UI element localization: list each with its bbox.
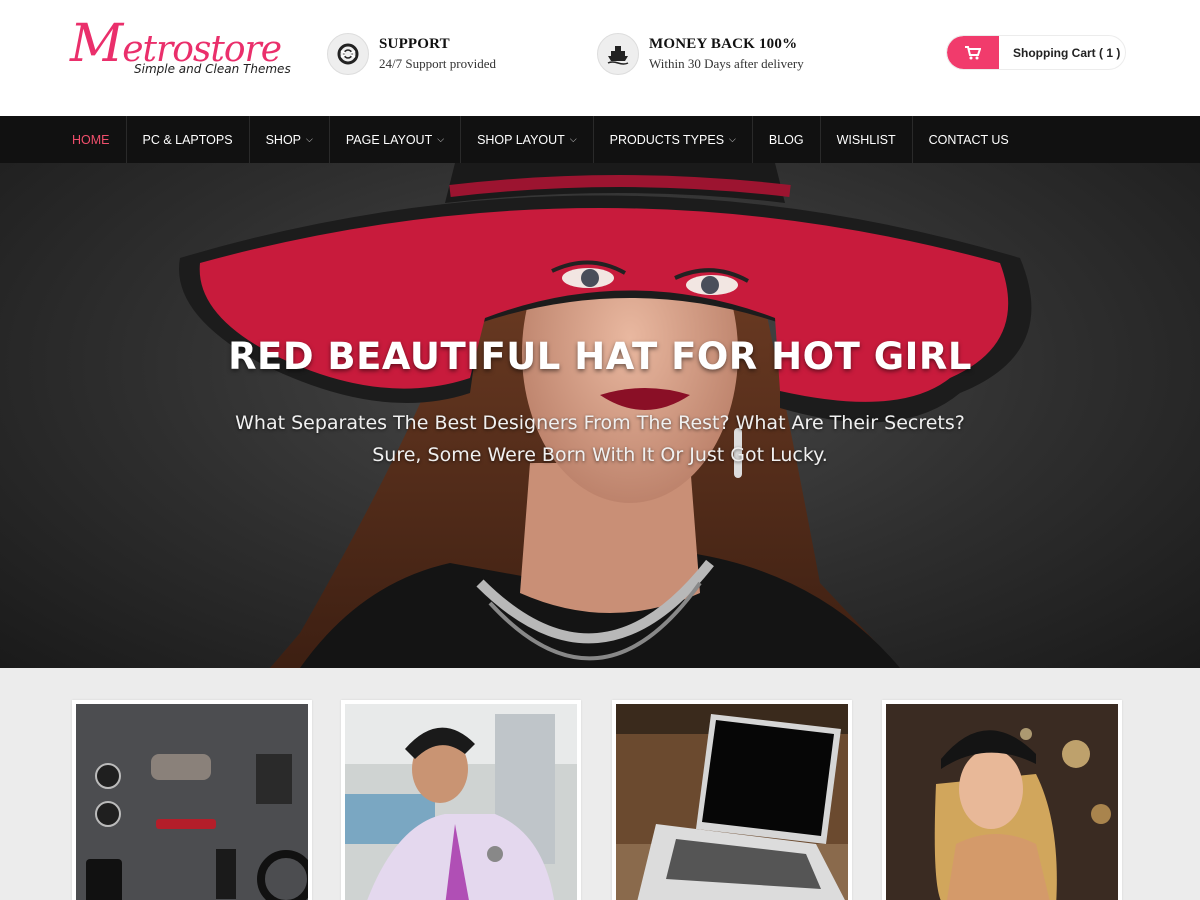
nav-label: SHOP LAYOUT xyxy=(477,132,565,147)
money-back-subtitle: Within 30 Days after delivery xyxy=(649,56,804,71)
nav-label: WISHLIST xyxy=(836,132,896,147)
nav-item-page-layout[interactable]: PAGE LAYOUT ⌵ xyxy=(330,116,462,163)
hero-title: RED BEAUTIFUL HAT FOR HOT GIRL xyxy=(228,335,972,378)
product-card[interactable] xyxy=(341,700,581,900)
laptop-image[interactable] xyxy=(616,704,848,900)
chevron-down-icon: ⌵ xyxy=(437,134,445,144)
woman-scarf-image[interactable] xyxy=(886,704,1118,900)
nav-label: CONTACT US xyxy=(928,132,1009,147)
chevron-down-icon: ⌵ xyxy=(729,134,736,144)
support-feature: SUPPORT 24/7 Support provided xyxy=(327,32,496,76)
nav-item-shop[interactable]: SHOP ⌵ xyxy=(250,116,330,163)
nav-item-contact-us[interactable]: CONTACT US xyxy=(913,116,1025,163)
nav-menu: HOME PC & LAPTOPS SHOP ⌵ PAGE LAYOUT ⌵ SHO… xyxy=(56,116,1025,163)
cart-label[interactable]: Shopping Cart ( 1 ) xyxy=(1013,46,1120,60)
hero-slider[interactable]: RED BEAUTIFUL HAT FOR HOT GIRL What Sepa… xyxy=(0,163,1200,668)
shopping-cart-button[interactable]: Shopping Cart ( 1 ) xyxy=(946,35,1126,70)
support-subtitle: 24/7 Support provided xyxy=(379,56,496,71)
nav-label: PRODUCTS TYPES xyxy=(609,132,725,147)
product-card[interactable] xyxy=(882,700,1122,900)
nav-item-home[interactable]: HOME xyxy=(56,116,127,163)
logo-initial: M xyxy=(70,14,123,74)
hero-subtitle: What Separates The Best Designers From T… xyxy=(235,412,965,466)
nav-label: PC & LAPTOPS xyxy=(142,132,233,147)
product-card[interactable] xyxy=(612,700,852,900)
site-logo[interactable]: Metrostore Simple and Clean Themes xyxy=(70,18,291,82)
product-cards-section xyxy=(0,668,1200,900)
nav-label: HOME xyxy=(72,132,110,147)
nav-label: PAGE LAYOUT xyxy=(345,132,433,147)
cart-icon[interactable] xyxy=(947,36,999,69)
accessories-image[interactable] xyxy=(76,704,308,900)
man-shirt-image[interactable] xyxy=(345,704,577,900)
logo-tagline: Simple and Clean Themes xyxy=(134,62,291,76)
nav-item-shop-layout[interactable]: SHOP LAYOUT ⌵ xyxy=(461,116,594,163)
nav-item-pc-laptops[interactable]: PC & LAPTOPS xyxy=(127,116,250,163)
money-back-title: MONEY BACK 100% xyxy=(649,36,798,52)
money-back-feature: MONEY BACK 100% Within 30 Days after del… xyxy=(597,32,804,76)
chevron-down-icon: ⌵ xyxy=(306,134,313,144)
site-header: Metrostore Simple and Clean Themes SUPPO… xyxy=(0,0,1200,116)
nav-item-blog[interactable]: BLOG xyxy=(753,116,821,163)
support-title: SUPPORT xyxy=(379,36,450,52)
lifebuoy-icon xyxy=(327,33,369,75)
product-card[interactable] xyxy=(72,700,312,900)
main-navigation: HOME PC & LAPTOPS SHOP ⌵ PAGE LAYOUT ⌵ SHO… xyxy=(0,116,1200,163)
ship-icon xyxy=(597,33,639,75)
nav-label: SHOP xyxy=(265,132,302,147)
nav-item-wishlist[interactable]: WISHLIST xyxy=(821,116,913,163)
nav-item-products-types[interactable]: PRODUCTS TYPES ⌵ xyxy=(594,116,753,163)
chevron-down-icon: ⌵ xyxy=(569,134,577,144)
nav-label: BLOG xyxy=(768,132,804,147)
